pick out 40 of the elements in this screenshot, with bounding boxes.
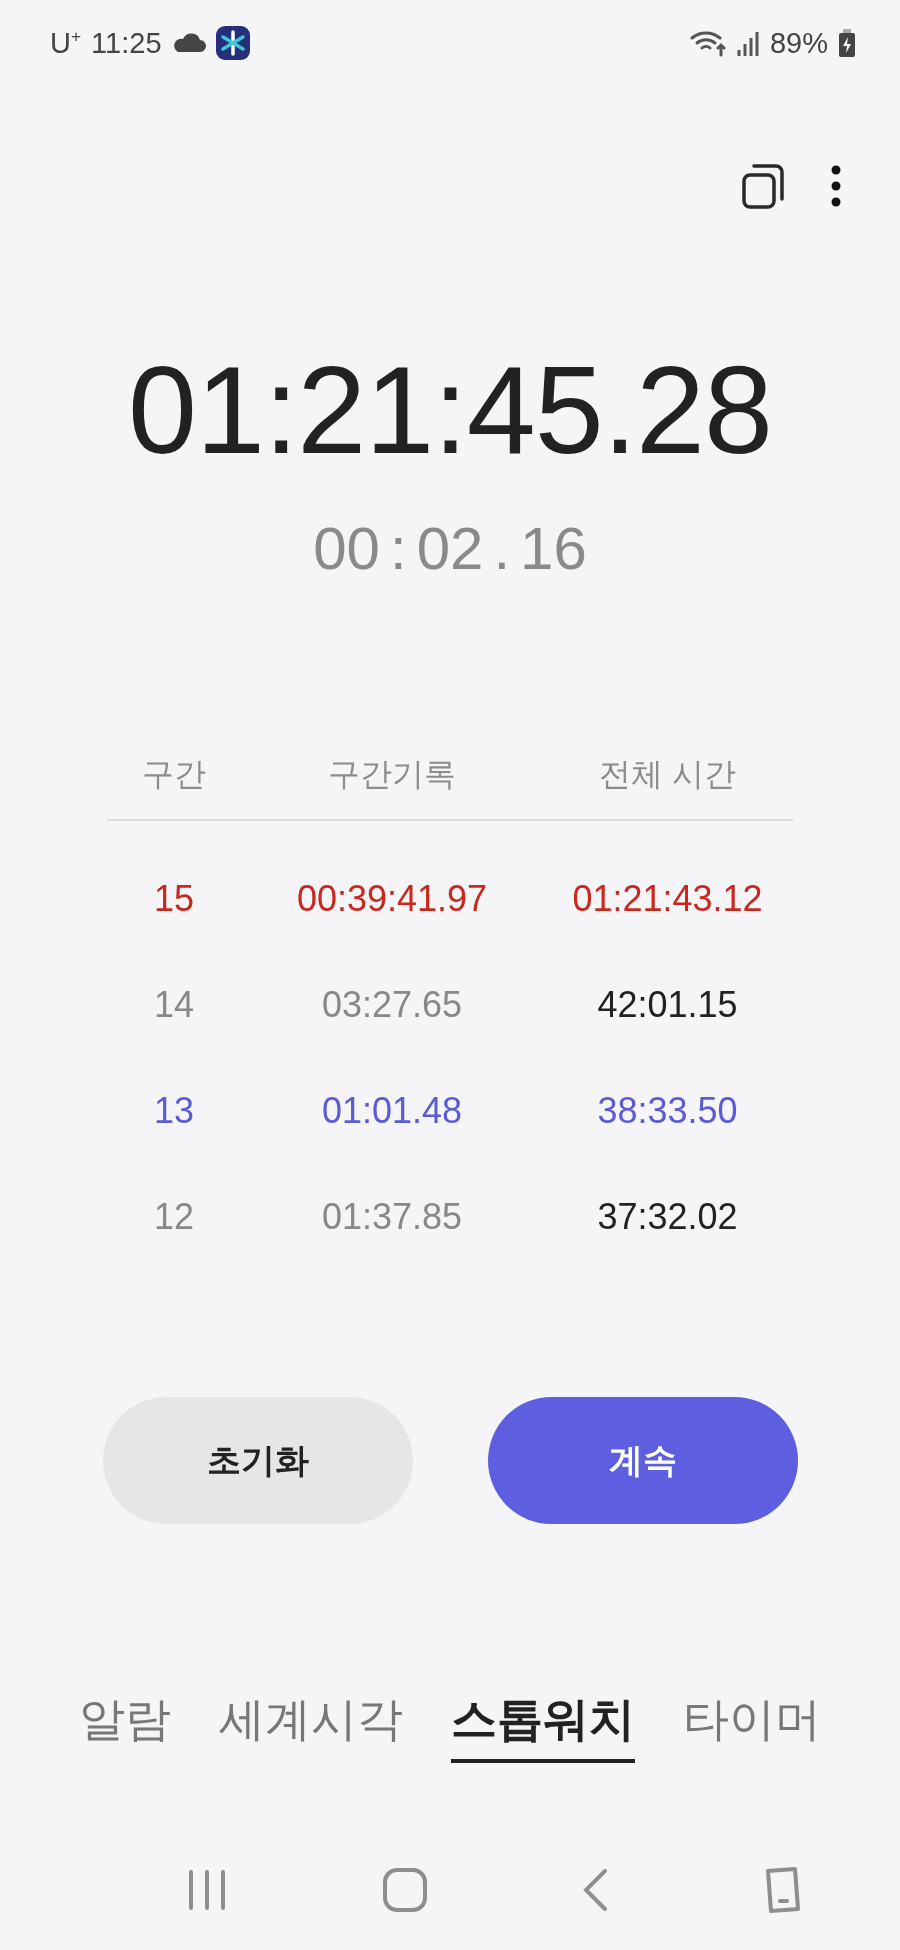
lap-time-part: 02 xyxy=(416,514,484,583)
lap-time: 01:01.48 xyxy=(320,1090,464,1132)
battery-charging-icon xyxy=(838,29,856,57)
app-notification-icon xyxy=(215,26,250,60)
tab[interactable]: 알람 xyxy=(79,1689,171,1763)
elapsed-time: 01:21:45.28 xyxy=(126,348,774,472)
lap-number: 14 xyxy=(152,984,195,1026)
lap-number: 12 xyxy=(152,1196,195,1238)
lap-time-part: . xyxy=(493,514,511,583)
carrier-text: U$^{+}$ xyxy=(50,26,82,60)
pop-up-view-icon[interactable] xyxy=(742,163,786,209)
cloud-icon xyxy=(171,33,206,53)
lap-number: 13 xyxy=(152,1090,195,1132)
lap-time: 01:37.85 xyxy=(320,1196,464,1238)
column-header: 구간기록 xyxy=(327,755,457,794)
total-time: 37:32.02 xyxy=(596,1196,739,1238)
reset-button[interactable]: 초기화 xyxy=(102,1397,413,1524)
more-options-icon[interactable] xyxy=(830,165,842,207)
lap-time-part: : xyxy=(389,514,407,583)
battery-percent: 89% xyxy=(769,26,828,60)
total-time: 01:21:43.12 xyxy=(571,878,764,920)
tab[interactable]: 타이머 xyxy=(683,1689,821,1763)
lap-number: 15 xyxy=(152,878,195,920)
back-icon[interactable] xyxy=(582,1868,609,1912)
tab[interactable]: 세계시각 xyxy=(219,1689,403,1763)
total-time: 42:01.15 xyxy=(596,984,739,1026)
tab[interactable]: 스톱워치 xyxy=(451,1689,635,1763)
resume-button[interactable]: 계속 xyxy=(487,1397,798,1524)
wifi-icon xyxy=(689,29,726,57)
lap-time: 00:39:41.97 xyxy=(295,878,489,920)
home-icon[interactable] xyxy=(381,1867,428,1913)
signal-icon xyxy=(735,30,760,56)
lap-time-part: 00 xyxy=(313,514,380,583)
column-header: 구간 xyxy=(141,755,207,794)
column-header: 전체 시간 xyxy=(598,755,737,794)
lap-time: 03:27.65 xyxy=(320,984,464,1026)
clock-time: 11:25 xyxy=(91,26,162,60)
recent-apps-icon[interactable] xyxy=(187,1869,228,1911)
lap-time-part: 16 xyxy=(520,514,587,583)
total-time: 38:33.50 xyxy=(596,1090,739,1132)
